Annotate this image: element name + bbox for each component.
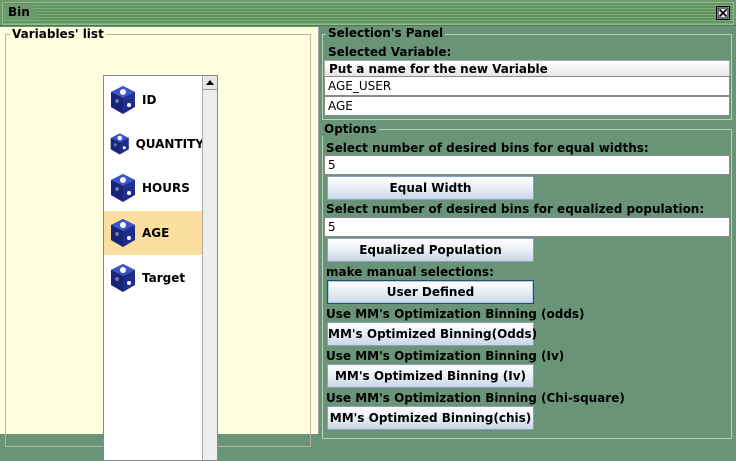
window-title: Bin — [4, 4, 34, 20]
titlebar-stripes — [2, 2, 734, 25]
close-button[interactable] — [716, 6, 730, 20]
selected-variable-label: Selected Variable: — [328, 45, 452, 59]
variable-item-age[interactable]: AGE — [104, 211, 204, 255]
new-variable-name-input[interactable]: AGE_USER — [324, 76, 730, 96]
variable-label: ID — [142, 93, 157, 107]
scroll-up-button[interactable] — [203, 76, 217, 90]
manual-label: make manual selections: — [326, 265, 494, 279]
variable-cube-icon — [110, 133, 129, 155]
variables-panel: Variables' list ID QUANTITY HOURS AGE Ta… — [0, 27, 319, 461]
options-legend: Options — [322, 122, 379, 136]
variable-cube-icon — [111, 219, 135, 247]
optimized-odds-button[interactable]: MM's Optimized Binning(Odds) — [327, 322, 537, 346]
variables-list[interactable]: ID QUANTITY HOURS AGE Target — [103, 75, 218, 461]
variable-label: AGE — [142, 226, 170, 240]
right-panel: Selection's Panel Selected Variable: Put… — [320, 26, 736, 439]
equalized-label: Select number of desired bins for equali… — [326, 202, 705, 216]
window-titlebar[interactable]: Bin — [0, 0, 736, 26]
scroll-up-arrow-icon — [206, 80, 214, 85]
variable-cube-icon — [111, 174, 135, 202]
iv-label: Use MM's Optimization Binning (Iv) — [326, 349, 565, 363]
user-defined-button[interactable]: User Defined — [327, 280, 534, 304]
selected-variable-field: AGE — [324, 96, 730, 116]
variable-cube-icon — [111, 264, 135, 292]
odds-label: Use MM's Optimization Binning (odds) — [326, 307, 585, 321]
variables-legend: Variables' list — [12, 27, 104, 41]
equalized-population-button[interactable]: Equalized Population — [327, 238, 534, 262]
chi-label: Use MM's Optimization Binning (Chi-squar… — [326, 391, 625, 405]
variable-item-target[interactable]: Target — [104, 256, 204, 300]
variable-item-id[interactable]: ID — [104, 78, 204, 122]
optimized-chis-button[interactable]: MM's Optimized Binning(chis) — [327, 406, 534, 430]
list-scrollbar[interactable] — [202, 76, 217, 460]
variable-item-quantity[interactable]: QUANTITY — [104, 122, 204, 166]
variable-label: Target — [142, 271, 186, 285]
variable-cube-icon — [111, 86, 135, 114]
variable-label: HOURS — [142, 181, 190, 195]
close-icon — [717, 7, 729, 19]
variable-item-hours[interactable]: HOURS — [104, 166, 204, 210]
variable-label: QUANTITY — [135, 137, 204, 151]
equal-width-bins-input[interactable]: 5 — [324, 155, 730, 175]
selection-legend: Selection's Panel — [326, 26, 446, 40]
equal-width-button[interactable]: Equal Width — [327, 176, 534, 200]
equal-width-label: Select number of desired bins for equal … — [326, 141, 649, 155]
new-name-header: Put a name for the new Variable — [324, 60, 730, 77]
optimized-iv-button[interactable]: MM's Optimized Binning (Iv) — [327, 364, 534, 388]
equalized-bins-input[interactable]: 5 — [324, 217, 730, 237]
